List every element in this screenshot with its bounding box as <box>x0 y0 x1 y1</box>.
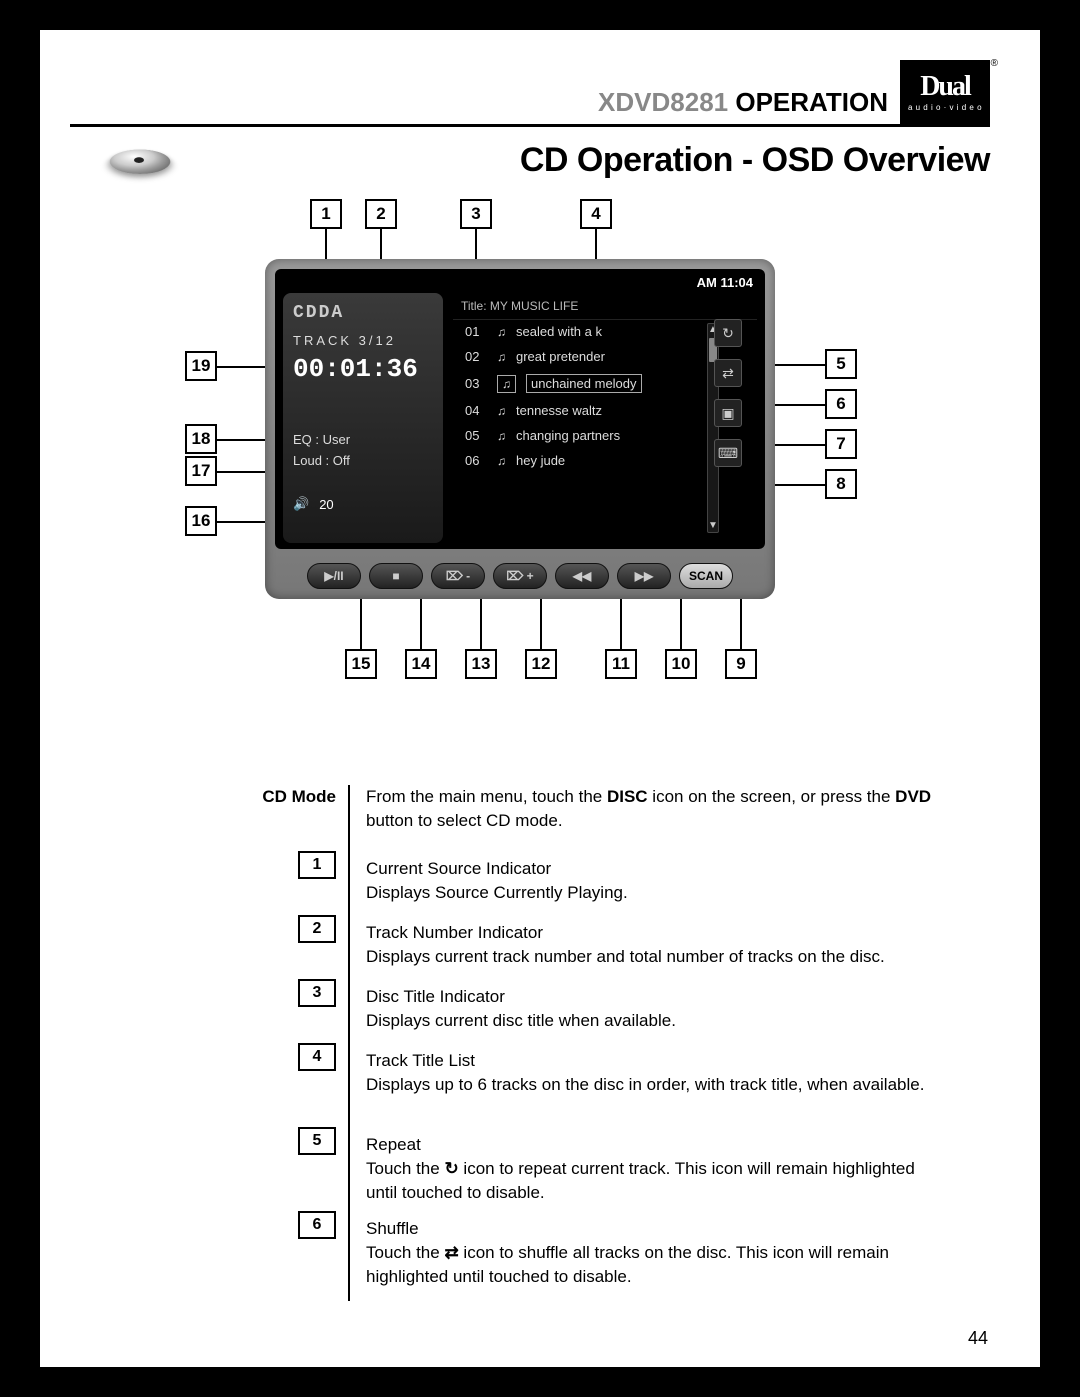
model-number: XDVD8281 <box>598 87 728 117</box>
desc-item-4: Track Title List Displays up to 6 tracks… <box>366 1049 950 1121</box>
note-icon: ♫ <box>497 454 506 468</box>
callout-5: 5 <box>825 349 857 379</box>
osd-diagram: 1 2 3 4 19 18 17 16 5 6 7 8 15 14 13 12 <box>70 199 990 759</box>
logo-bottom: a u d i o · v i d e o <box>908 103 982 112</box>
play-pause-button[interactable]: ▶/II <box>307 563 361 589</box>
callout-3: 3 <box>460 199 492 229</box>
desc-item-6: Shuffle Touch the ⇄ icon to shuffle all … <box>366 1217 950 1289</box>
callout-15: 15 <box>345 649 377 679</box>
section-title-row: CD Operation - OSD Overview <box>110 139 990 181</box>
section-title: CD Operation - OSD Overview <box>190 141 990 180</box>
callout-11: 11 <box>605 649 637 679</box>
repeat-button[interactable]: ↻ <box>714 319 742 347</box>
speaker-icon: 🔊 <box>293 496 309 512</box>
callout-17: 17 <box>185 456 217 486</box>
cd-mode-desc: From the main menu, touch the DISC icon … <box>366 785 950 845</box>
callout-1: 1 <box>310 199 342 229</box>
side-icons: ↻ ⇄ ▣ ⌨ <box>703 319 753 467</box>
note-icon: ♫ <box>497 404 506 418</box>
desc-num-5: 5 <box>298 1127 336 1155</box>
description-table: CD Mode 1 2 3 4 5 6 From the main menu, … <box>210 785 950 1301</box>
track-list: 01♫sealed with a k 02♫great pretender 03… <box>453 319 697 543</box>
rewind-button[interactable]: ◀◀ <box>555 563 609 589</box>
clock: AM 11:04 <box>697 275 753 290</box>
track-row-selected[interactable]: 03♫unchained melody <box>459 369 691 398</box>
header-text: XDVD8281 OPERATION <box>598 87 888 124</box>
callout-14: 14 <box>405 649 437 679</box>
callout-4: 4 <box>580 199 612 229</box>
desc-item-5: Repeat Touch the ↻ icon to repeat curren… <box>366 1133 950 1205</box>
callout-2: 2 <box>365 199 397 229</box>
desc-num-6: 6 <box>298 1211 336 1239</box>
header-section: OPERATION <box>735 87 888 117</box>
desc-item-2: Track Number Indicator Displays current … <box>366 921 950 973</box>
eq-row: EQ : User <box>293 432 435 447</box>
note-icon: ♫ <box>497 429 506 443</box>
volume-row: 🔊 20 <box>293 496 435 512</box>
track-row[interactable]: 04♫tennesse waltz <box>459 398 691 423</box>
select-button[interactable]: ▣ <box>714 399 742 427</box>
source-tag: CDDA <box>293 303 435 323</box>
callout-10: 10 <box>665 649 697 679</box>
keyboard-button[interactable]: ⌨ <box>714 439 742 467</box>
shuffle-button[interactable]: ⇄ <box>714 359 742 387</box>
page-number: 44 <box>968 1328 988 1349</box>
left-panel: CDDA TRACK 3/12 00:01:36 EQ : User Loud … <box>283 293 443 543</box>
disc-title: Title: MY MUSIC LIFE <box>453 293 757 320</box>
desc-num-2: 2 <box>298 915 336 943</box>
fast-forward-button[interactable]: ▶▶ <box>617 563 671 589</box>
cd-mode-label: CD Mode <box>262 787 336 807</box>
track-row[interactable]: 06♫hey jude <box>459 448 691 473</box>
callout-8: 8 <box>825 469 857 499</box>
callout-12: 12 <box>525 649 557 679</box>
desc-item-3: Disc Title Indicator Displays current di… <box>366 985 950 1037</box>
track-row[interactable]: 02♫great pretender <box>459 344 691 369</box>
callout-16: 16 <box>185 506 217 536</box>
repeat-icon-inline: ↻ <box>444 1157 458 1181</box>
transport-bar: ▶/II ■ ⌦ - ⌦ + ◀◀ ▶▶ SCAN <box>285 559 755 593</box>
cd-disc-icon <box>105 149 175 174</box>
desc-num-4: 4 <box>298 1043 336 1071</box>
volume-value: 20 <box>319 497 333 512</box>
desc-right-col: From the main menu, touch the DISC icon … <box>350 785 950 1301</box>
loud-row: Loud : Off <box>293 453 435 468</box>
desc-left-col: CD Mode 1 2 3 4 5 6 <box>210 785 350 1301</box>
scan-button[interactable]: SCAN <box>679 563 733 589</box>
manual-page: XDVD8281 OPERATION Dual a u d i o · v i … <box>40 30 1040 1367</box>
shuffle-icon-inline: ⇄ <box>444 1241 458 1265</box>
callout-18: 18 <box>185 424 217 454</box>
scroll-down-icon[interactable]: ▼ <box>708 520 718 532</box>
stop-button[interactable]: ■ <box>369 563 423 589</box>
logo-top: Dual <box>920 73 970 101</box>
note-icon: ♫ <box>497 325 506 339</box>
track-row[interactable]: 01♫sealed with a k <box>459 319 691 344</box>
device-screen: AM 11:04 CDDA TRACK 3/12 00:01:36 EQ : U… <box>275 269 765 549</box>
note-icon: ♫ <box>497 375 516 393</box>
track-indicator: TRACK 3/12 <box>293 333 435 348</box>
desc-item-1: Current Source Indicator Displays Source… <box>366 857 950 909</box>
right-panel: Title: MY MUSIC LIFE 01♫sealed with a k … <box>453 293 757 543</box>
device-screenshot: AM 11:04 CDDA TRACK 3/12 00:01:36 EQ : U… <box>265 259 775 599</box>
desc-num-1: 1 <box>298 851 336 879</box>
track-row[interactable]: 05♫changing partners <box>459 423 691 448</box>
callout-7: 7 <box>825 429 857 459</box>
page-header: XDVD8281 OPERATION Dual a u d i o · v i … <box>70 60 990 127</box>
desc-num-3: 3 <box>298 979 336 1007</box>
folder-up-button[interactable]: ⌦ + <box>493 563 547 589</box>
elapsed-time: 00:01:36 <box>293 354 435 384</box>
callout-19: 19 <box>185 351 217 381</box>
callout-9: 9 <box>725 649 757 679</box>
folder-down-button[interactable]: ⌦ - <box>431 563 485 589</box>
callout-13: 13 <box>465 649 497 679</box>
note-icon: ♫ <box>497 350 506 364</box>
brand-logo: Dual a u d i o · v i d e o <box>900 60 990 124</box>
callout-6: 6 <box>825 389 857 419</box>
